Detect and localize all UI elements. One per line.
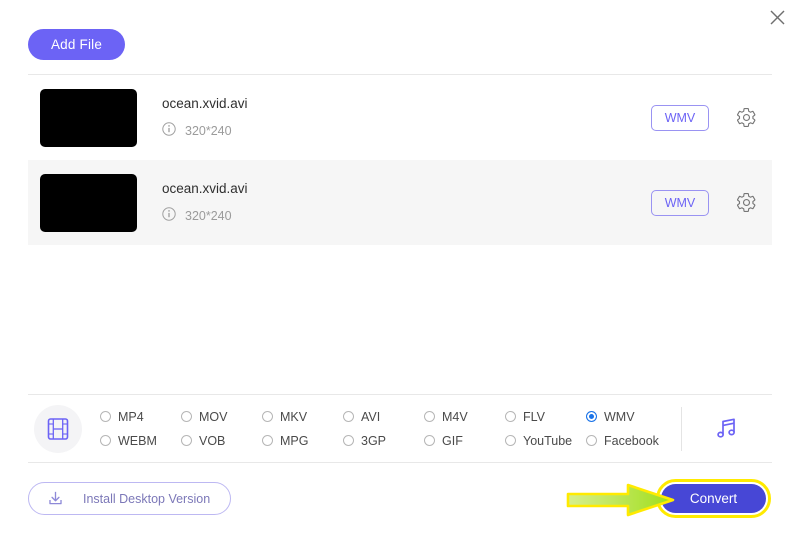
format-option-flv[interactable]: FLV (505, 410, 586, 424)
radio-icon (505, 435, 516, 446)
music-note-icon[interactable] (709, 412, 743, 446)
format-option-label: MP4 (118, 409, 144, 424)
format-option-label: MPG (280, 433, 309, 448)
format-option-avi[interactable]: AVI (343, 410, 424, 424)
video-thumbnail (40, 173, 137, 232)
format-option-label: MOV (199, 409, 228, 424)
format-option-mp4[interactable]: MP4 (100, 410, 181, 424)
format-option-m4v[interactable]: M4V (424, 410, 505, 424)
file-name: ocean.xvid.avi (162, 180, 248, 196)
install-desktop-version-label: Install Desktop Version (83, 491, 211, 506)
file-info: ocean.xvid.avi 320*240 (162, 180, 651, 226)
format-option-mov[interactable]: MOV (181, 410, 262, 424)
file-subinfo: 320*240 (162, 206, 651, 226)
download-icon (46, 489, 65, 508)
video-converter-window: Add File ocean.xvid.avi 320*240 WMV ocea… (0, 0, 800, 544)
format-option-label: WEBM (118, 433, 157, 448)
file-dimensions: 320*240 (185, 124, 232, 138)
radio-icon (262, 435, 273, 446)
table-row[interactable]: ocean.xvid.avi 320*240 WMV (28, 75, 772, 160)
format-option-label: GIF (442, 433, 463, 448)
gear-icon[interactable] (733, 105, 759, 131)
radio-icon (343, 411, 354, 422)
add-file-button[interactable]: Add File (28, 29, 125, 60)
info-icon[interactable] (162, 121, 176, 141)
radio-icon (181, 435, 192, 446)
file-dimensions: 320*240 (185, 209, 232, 223)
format-option-label: 3GP (361, 433, 387, 448)
format-option-label: FLV (523, 409, 545, 424)
format-bar-bottom-divider (28, 462, 772, 463)
format-option-webm[interactable]: WEBM (100, 434, 181, 448)
file-info: ocean.xvid.avi 320*240 (162, 95, 651, 141)
format-option-label: Facebook (604, 433, 659, 448)
format-option-label: AVI (361, 409, 381, 424)
format-option-youtube[interactable]: YouTube (505, 434, 586, 448)
radio-icon-selected (586, 411, 597, 422)
install-desktop-version-button[interactable]: Install Desktop Version (28, 482, 231, 515)
format-option-gif[interactable]: GIF (424, 434, 505, 448)
table-row[interactable]: ocean.xvid.avi 320*240 WMV (28, 160, 772, 245)
close-icon[interactable] (762, 2, 792, 32)
format-option-wmv[interactable]: WMV (586, 410, 667, 424)
format-option-mkv[interactable]: MKV (262, 410, 343, 424)
format-options: MP4 MOV MKV AVI M4V FLV WMV WEBM VOB MPG… (100, 405, 667, 453)
radio-icon (424, 411, 435, 422)
format-option-facebook[interactable]: Facebook (586, 434, 667, 448)
radio-icon (262, 411, 273, 422)
format-option-label: YouTube (523, 433, 573, 448)
toolbar: Add File (28, 29, 125, 60)
format-selection-bar: MP4 MOV MKV AVI M4V FLV WMV WEBM VOB MPG… (28, 395, 772, 462)
video-thumbnail (40, 88, 137, 147)
radio-icon (424, 435, 435, 446)
format-option-vob[interactable]: VOB (181, 434, 262, 448)
output-format-badge[interactable]: WMV (651, 104, 709, 131)
format-option-label: VOB (199, 433, 226, 448)
radio-icon (181, 411, 192, 422)
format-option-label: MKV (280, 409, 308, 424)
format-option-mpg[interactable]: MPG (262, 434, 343, 448)
format-option-label: M4V (442, 409, 468, 424)
film-strip-icon[interactable] (34, 404, 82, 453)
format-option-3gp[interactable]: 3GP (343, 434, 424, 448)
file-name: ocean.xvid.avi (162, 95, 248, 111)
file-subinfo: 320*240 (162, 121, 651, 141)
file-list: ocean.xvid.avi 320*240 WMV ocean.xvid.av… (28, 75, 772, 245)
radio-icon (586, 435, 597, 446)
output-format-badge[interactable]: WMV (651, 189, 709, 216)
format-bar-divider (681, 406, 682, 451)
radio-icon (100, 411, 111, 422)
convert-button[interactable]: Convert (661, 484, 766, 513)
radio-icon (505, 411, 516, 422)
green-arrow-pointer (566, 483, 675, 517)
info-icon[interactable] (162, 206, 176, 226)
radio-icon (343, 435, 354, 446)
gear-icon[interactable] (733, 190, 759, 216)
format-option-label: WMV (604, 409, 635, 424)
radio-icon (100, 435, 111, 446)
